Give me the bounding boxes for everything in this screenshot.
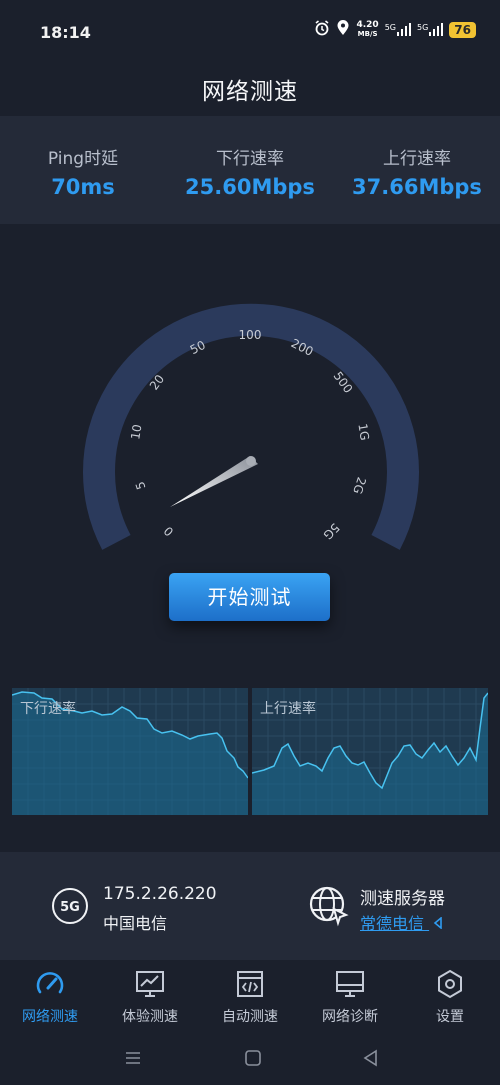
stats-panel: Ping时延 70ms 下行速率 25.60Mbps 上行速率 37.66Mbp…: [0, 116, 500, 224]
back-icon[interactable]: [362, 1049, 380, 1067]
globe-server-icon: [309, 886, 349, 927]
network-speed-indicator: 4.20 MB/S: [356, 19, 379, 39]
speedometer-icon: [36, 972, 64, 994]
start-test-button[interactable]: 开始测试: [169, 573, 330, 621]
gauge-tick-label: 100: [239, 328, 262, 342]
nav-item-settings[interactable]: 设置: [400, 962, 500, 1034]
system-nav-bar: [0, 1034, 500, 1085]
settings-hexagon-icon: [438, 969, 462, 999]
menu-icon[interactable]: [124, 1050, 142, 1066]
triangle-left-icon: [433, 914, 443, 933]
5g-network-icon: 5G: [52, 888, 88, 924]
status-icons: 4.20 MB/S 5G 5G 76: [314, 20, 476, 39]
gauge-needle-hub: [246, 456, 256, 466]
upload-rate-chart: 上行速率: [252, 688, 488, 815]
status-time: 18:14: [40, 23, 91, 42]
status-bar: 18:14 4.20 MB/S 5G 5G 76: [0, 0, 500, 64]
server-name: 常德电信: [360, 914, 425, 933]
carrier-name: 中国电信: [103, 914, 168, 933]
upload-stat: 上行速率 37.66Mbps: [334, 144, 500, 199]
location-icon: [336, 20, 350, 39]
gauge-needle: [170, 456, 258, 507]
code-window-icon: [237, 971, 263, 997]
battery-icon: 76: [449, 21, 476, 38]
signal1-label: 5G: [384, 23, 396, 32]
monitor-icon: [336, 971, 364, 997]
gauge-tick-label: 5: [133, 480, 149, 492]
page-title: 网络测速: [202, 79, 298, 105]
ping-label: Ping时延: [47, 149, 119, 169]
nav-label-diagnosis: 网络诊断: [322, 1009, 378, 1025]
gauge-tick-label: 5G: [320, 520, 342, 542]
nav-item-auto-test[interactable]: 自动测速: [200, 962, 300, 1034]
gauge-tick-label: 0: [161, 524, 176, 539]
nav-label-speed-test: 网络测速: [22, 1009, 78, 1025]
upload-chart-label: 上行速率: [260, 701, 316, 717]
ip-address: 175.2.26.220: [103, 884, 217, 904]
gauge-tick-label: 2G: [350, 475, 369, 495]
speed-gauge: 051020501002005001G2G5G: [83, 303, 419, 550]
signal-icon: 5G: [385, 23, 411, 36]
net-speed-unit: MB/S: [357, 29, 378, 38]
signal-icon: 5G: [417, 23, 444, 36]
gauge-tick-label: 1G: [355, 423, 371, 442]
download-value: 25.60Mbps: [185, 175, 315, 199]
nav-label-settings: 设置: [436, 1009, 464, 1025]
nav-label-experience-test: 体验测速: [122, 1009, 178, 1025]
bottom-navigation: 网络测速 体验测速 自动测速 网络诊断 设置: [0, 962, 500, 1034]
upload-value: 37.66Mbps: [352, 175, 482, 199]
5g-badge-text: 5G: [60, 900, 80, 915]
net-speed-value: 4.20: [356, 19, 379, 30]
upload-label: 上行速率: [383, 149, 451, 169]
nav-item-speed-test[interactable]: 网络测速: [0, 962, 100, 1034]
nav-label-auto-test: 自动测速: [222, 1009, 278, 1025]
server-title: 测速服务器: [360, 889, 445, 909]
download-chart-label: 下行速率: [20, 701, 76, 717]
home-icon[interactable]: [244, 1049, 262, 1067]
alarm-icon: [314, 20, 330, 39]
nav-item-experience-test[interactable]: 体验测速: [100, 962, 200, 1034]
ping-value: 70ms: [51, 175, 115, 199]
gauge-tick-label: 10: [128, 423, 144, 440]
download-stat: 下行速率 25.60Mbps: [167, 144, 333, 199]
server-select-link[interactable]: 常德电信: [360, 910, 443, 934]
nav-item-diagnosis[interactable]: 网络诊断: [300, 962, 400, 1034]
signal2-label: 5G: [417, 23, 429, 32]
ping-stat: Ping时延 70ms: [0, 144, 166, 199]
download-rate-chart: 下行速率: [12, 688, 248, 815]
download-label: 下行速率: [216, 149, 284, 169]
chart-monitor-icon: [136, 971, 164, 997]
